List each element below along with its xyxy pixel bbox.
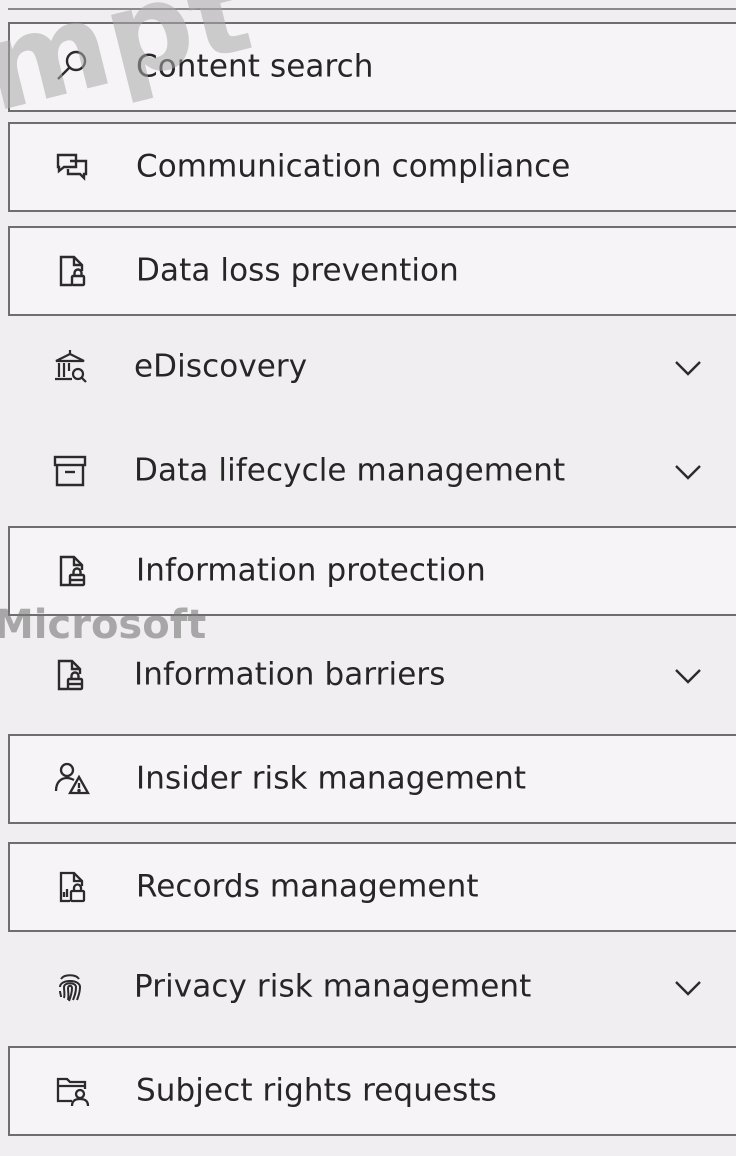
nav-item-subject-rights-requests[interactable]: Subject rights requests xyxy=(8,1046,736,1136)
nav-item-label: Data loss prevention xyxy=(136,252,459,289)
chevron-down-icon[interactable] xyxy=(668,655,708,695)
fingerprint-icon xyxy=(50,967,90,1007)
nav-item-content-search[interactable]: Content search xyxy=(8,22,736,112)
document-lock-icon xyxy=(52,251,92,291)
nav-item-label: eDiscovery xyxy=(134,348,308,385)
nav-item-information-barriers[interactable]: Information barriers xyxy=(8,630,736,720)
nav-item-privacy-risk-management[interactable]: Privacy risk management xyxy=(8,942,736,1032)
document-lock-icon xyxy=(52,551,92,591)
nav-item-insider-risk-management[interactable]: Insider risk management xyxy=(8,734,736,824)
courthouse-search-icon xyxy=(50,347,90,387)
nav-item-label: Communication compliance xyxy=(136,148,571,185)
nav-item-label: Data lifecycle management xyxy=(134,452,566,489)
nav-item-label: Insider risk management xyxy=(136,760,527,797)
nav-item-information-protection[interactable]: Information protection xyxy=(8,526,736,616)
nav-item-label: Content search xyxy=(136,48,374,85)
nav-item-label: Information protection xyxy=(136,552,486,589)
archive-box-icon xyxy=(50,451,90,491)
nav-item-label: Privacy risk management xyxy=(134,968,532,1005)
nav-item-label: Subject rights requests xyxy=(136,1072,497,1109)
folder-person-icon xyxy=(52,1071,92,1111)
chevron-down-icon[interactable] xyxy=(668,451,708,491)
nav-item-label: Information barriers xyxy=(134,656,446,693)
chevron-down-icon[interactable] xyxy=(668,967,708,1007)
document-chart-lock-icon xyxy=(52,867,92,907)
nav-item-records-management[interactable]: Records management xyxy=(8,842,736,932)
nav-item-data-lifecycle-management[interactable]: Data lifecycle management xyxy=(8,426,736,516)
document-lock-icon xyxy=(50,655,90,695)
search-icon xyxy=(52,47,92,87)
nav-item-ediscovery[interactable]: eDiscovery xyxy=(8,322,736,412)
chevron-down-icon[interactable] xyxy=(668,347,708,387)
nav-item-communication-compliance[interactable]: Communication compliance xyxy=(8,122,736,212)
nav-item-label: Records management xyxy=(136,868,479,905)
chat-bubbles-icon xyxy=(52,147,92,187)
person-warning-icon xyxy=(52,759,92,799)
nav-item-data-loss-prevention[interactable]: Data loss prevention xyxy=(8,226,736,316)
compliance-navigation: Content search Communication compliance … xyxy=(0,0,736,1156)
